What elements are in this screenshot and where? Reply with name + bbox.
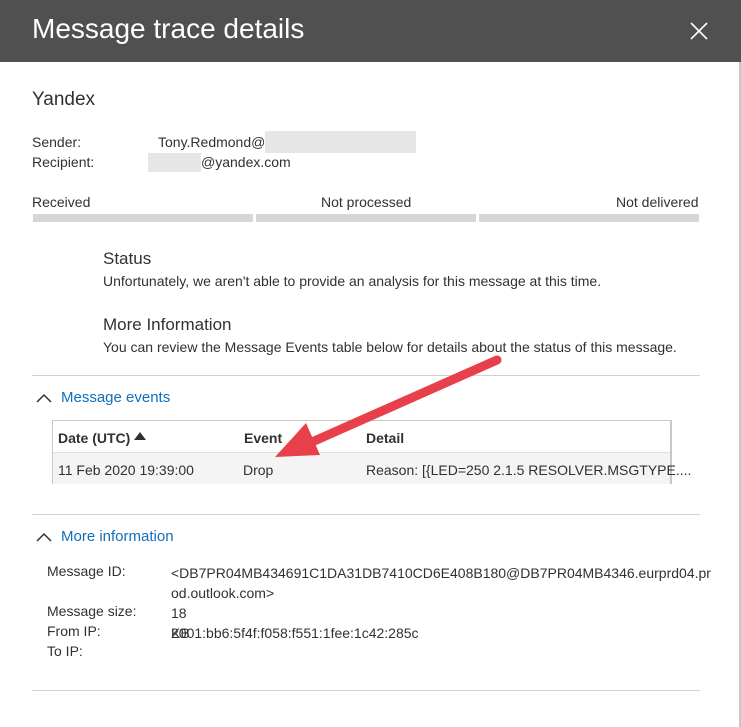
divider — [32, 514, 700, 515]
message-events-label: Message events — [61, 389, 171, 406]
message-id-label: Message ID: — [47, 563, 126, 579]
divider — [32, 375, 700, 376]
stage-processed: Not processed — [321, 194, 412, 210]
chevron-up-icon — [36, 532, 52, 542]
message-id-value: <DB7PR04MB434691C1DA31DB7410CD6E408B180@… — [171, 565, 711, 601]
panel-title: Message trace details — [32, 13, 305, 44]
more-info-text: You can review the Message Events table … — [103, 339, 677, 355]
stage-delivered: Not delivered — [616, 194, 699, 210]
progress-delivered — [479, 214, 699, 222]
recipient-label: Recipient: — [32, 154, 95, 170]
more-info-title: More Information — [103, 315, 232, 334]
message-size-label: Message size: — [47, 603, 137, 619]
message-subject: Yandex — [32, 89, 96, 110]
progress-received — [33, 214, 253, 222]
to-ip-label: To IP: — [47, 643, 83, 659]
divider — [32, 690, 700, 691]
status-text: Unfortunately, we aren't able to provide… — [103, 273, 602, 289]
row-detail: Reason: [{LED=250 2.1.5 RESOLVER.MSGTYPE… — [366, 462, 692, 478]
more-information-toggle[interactable]: More information — [36, 528, 174, 545]
chevron-up-icon — [36, 393, 52, 403]
panel-header: Message trace details — [0, 0, 741, 62]
column-header-event[interactable]: Event — [244, 430, 282, 446]
column-header-detail[interactable]: Detail — [366, 430, 404, 446]
more-information-label: More information — [61, 528, 174, 545]
progress-processed — [256, 214, 476, 222]
recipient-redaction — [148, 153, 201, 172]
status-block: Status Unfortunately, we aren't able to … — [103, 249, 601, 289]
close-button[interactable] — [688, 20, 710, 42]
stage-received: Received — [32, 194, 91, 210]
from-ip-value: 2001:bb6:5f4f:f058:f551:1fee:1c42:285c — [171, 625, 419, 641]
message-events-toggle[interactable]: Message events — [36, 389, 170, 406]
row-event: Drop — [243, 462, 274, 478]
column-header-date[interactable]: Date (UTC) — [58, 430, 130, 446]
sort-ascending-icon[interactable] — [134, 432, 146, 440]
from-ip-label: From IP: — [47, 623, 101, 639]
events-table: Date (UTC) Event Detail 11 Feb 2020 19:3… — [52, 420, 691, 484]
sender-value: Tony.Redmond@ — [158, 134, 266, 150]
sender-label: Sender: — [32, 134, 82, 150]
more-info-block: More Information You can review the Mess… — [103, 315, 677, 355]
recipient-value: @yandex.com — [201, 154, 291, 170]
status-title: Status — [103, 249, 152, 268]
row-date: 11 Feb 2020 19:39:00 — [58, 462, 194, 478]
close-icon — [690, 22, 708, 40]
sender-redaction — [265, 131, 416, 153]
